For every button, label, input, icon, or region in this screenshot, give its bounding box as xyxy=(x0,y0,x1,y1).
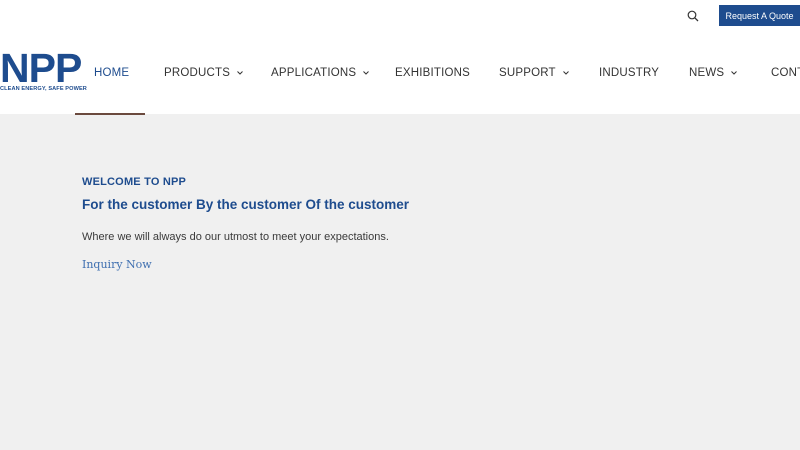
nav-item-support[interactable]: SUPPORT xyxy=(499,66,569,80)
nav-item-home[interactable]: HOME xyxy=(94,66,129,80)
nav-item-exhibitions[interactable]: EXHIBITIONS xyxy=(395,66,470,80)
chevron-down-icon xyxy=(562,71,569,75)
hero-text: Where we will always do our utmost to me… xyxy=(82,231,389,243)
nav-item-label: INDUSTRY xyxy=(599,67,660,79)
nav-item-applications[interactable]: APPLICATIONS xyxy=(271,66,370,80)
site-header: Request A Quote NPP CLEAN ENERGY, SAFE P… xyxy=(0,0,800,115)
chevron-down-icon xyxy=(363,71,370,75)
logo-text: NPP xyxy=(0,45,82,91)
hero-title: For the customer By the customer Of the … xyxy=(82,197,410,212)
chevron-down-icon xyxy=(731,71,738,75)
search-icon xyxy=(687,10,699,22)
nav-active-indicator xyxy=(75,113,145,115)
request-quote-button[interactable]: Request A Quote xyxy=(719,5,800,26)
nav-item-news[interactable]: NEWS xyxy=(689,66,738,80)
nav-item-label: CONT xyxy=(771,67,800,79)
nav-item-label: HOME xyxy=(94,67,130,79)
search-button[interactable] xyxy=(684,7,702,25)
nav-item-label: APPLICATIONS xyxy=(271,67,357,79)
nav-item-label: NEWS xyxy=(689,67,725,79)
logo[interactable]: NPP CLEAN ENERGY, SAFE POWER xyxy=(0,45,100,96)
nav-item-products[interactable]: PRODUCTS xyxy=(164,66,243,80)
hero-eyebrow: WELCOME TO NPP xyxy=(82,176,187,188)
nav-item-label: PRODUCTS xyxy=(164,67,231,79)
chevron-down-icon xyxy=(237,71,243,75)
nav-item-label: SUPPORT xyxy=(499,67,556,79)
nav-item-label: EXHIBITIONS xyxy=(395,67,471,79)
logo-tagline: CLEAN ENERGY, SAFE POWER xyxy=(0,86,87,92)
nav-item-contact[interactable]: CONT xyxy=(771,66,800,80)
nav-item-industry[interactable]: INDUSTRY xyxy=(599,66,659,80)
inquiry-now-link[interactable]: Inquiry Now xyxy=(82,258,152,271)
